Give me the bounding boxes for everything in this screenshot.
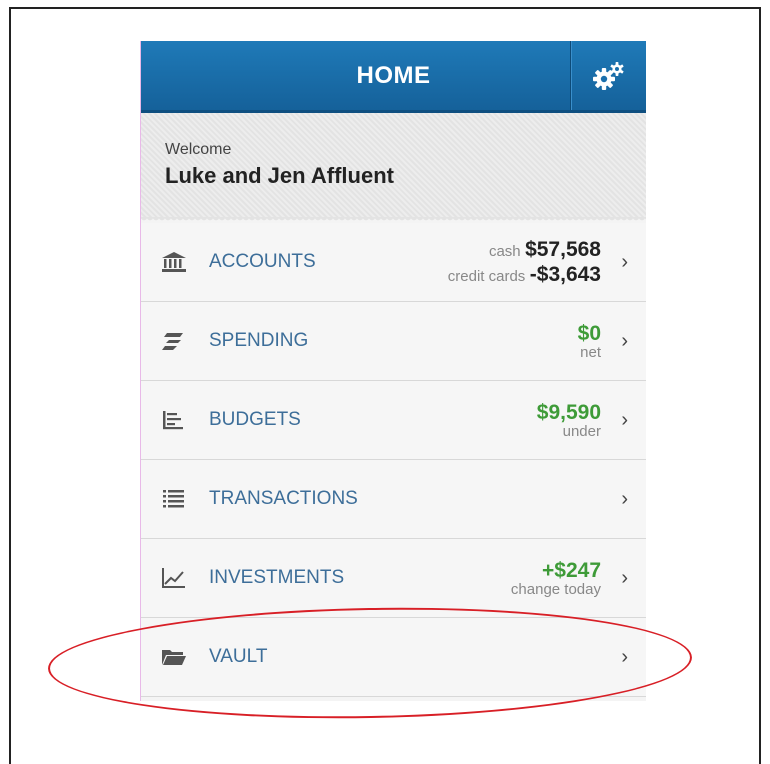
- menu-item-label: BUDGETS: [209, 409, 301, 430]
- menu-item-spending[interactable]: SPENDING $0 net ›: [141, 302, 646, 381]
- investments-summary: +$247 change today: [511, 560, 601, 597]
- spending-sublabel: net: [580, 343, 601, 361]
- app-header: HOME: [141, 41, 646, 113]
- budgets-sublabel: under: [562, 422, 601, 440]
- menu-item-label: INVESTMENTS: [209, 567, 345, 588]
- chevron-right-icon: ›: [621, 645, 628, 668]
- budgets-summary: $9,590 under: [537, 402, 601, 439]
- page-title: HOME: [356, 61, 431, 89]
- folder-icon: [161, 646, 187, 668]
- budgets-icon: [161, 409, 187, 431]
- spending-value: $0: [577, 321, 601, 345]
- investments-sublabel: change today: [510, 580, 601, 598]
- chevron-right-icon: ›: [621, 566, 628, 589]
- menu-item-accounts[interactable]: ACCOUNTS cash $57,568 credit cards -$3,6…: [141, 223, 646, 302]
- chart-icon: [161, 567, 187, 589]
- menu-item-transactions[interactable]: TRANSACTIONS ›: [141, 460, 646, 539]
- credit-cards-label: credit cards: [447, 268, 526, 285]
- bank-icon: [161, 251, 187, 273]
- chevron-right-icon: ›: [621, 329, 628, 352]
- menu-item-label: SPENDING: [209, 330, 309, 351]
- user-name: Luke and Jen Affluent: [165, 163, 394, 188]
- settings-button[interactable]: [570, 41, 646, 110]
- menu-item-label: TRANSACTIONS: [209, 488, 358, 509]
- cash-value: $57,568: [525, 238, 601, 261]
- chevron-right-icon: ›: [621, 250, 628, 273]
- investments-value: +$247: [542, 558, 601, 582]
- menu-item-label: ACCOUNTS: [209, 251, 316, 272]
- welcome-greeting: Welcome: [165, 141, 232, 158]
- credit-cards-value: -$3,643: [529, 263, 601, 286]
- menu-item-vault[interactable]: VAULT ›: [141, 618, 646, 697]
- chevron-right-icon: ›: [621, 408, 628, 431]
- spending-summary: $0 net: [578, 323, 601, 360]
- accounts-summary: cash $57,568 credit cards -$3,643: [448, 239, 601, 285]
- cash-label: cash: [488, 243, 521, 260]
- mobile-app: HOME Welcome Luke and Jen Affluent ACCOU…: [140, 41, 646, 701]
- welcome-panel: Welcome Luke and Jen Affluent: [141, 113, 646, 223]
- list-icon: [161, 488, 187, 510]
- spending-icon: [161, 330, 187, 352]
- menu-item-label: VAULT: [209, 646, 268, 667]
- gear-icon: [592, 61, 624, 90]
- menu-item-budgets[interactable]: BUDGETS $9,590 under ›: [141, 381, 646, 460]
- menu-item-investments[interactable]: INVESTMENTS +$247 change today ›: [141, 539, 646, 618]
- budgets-value: $9,590: [536, 400, 601, 424]
- chevron-right-icon: ›: [621, 487, 628, 510]
